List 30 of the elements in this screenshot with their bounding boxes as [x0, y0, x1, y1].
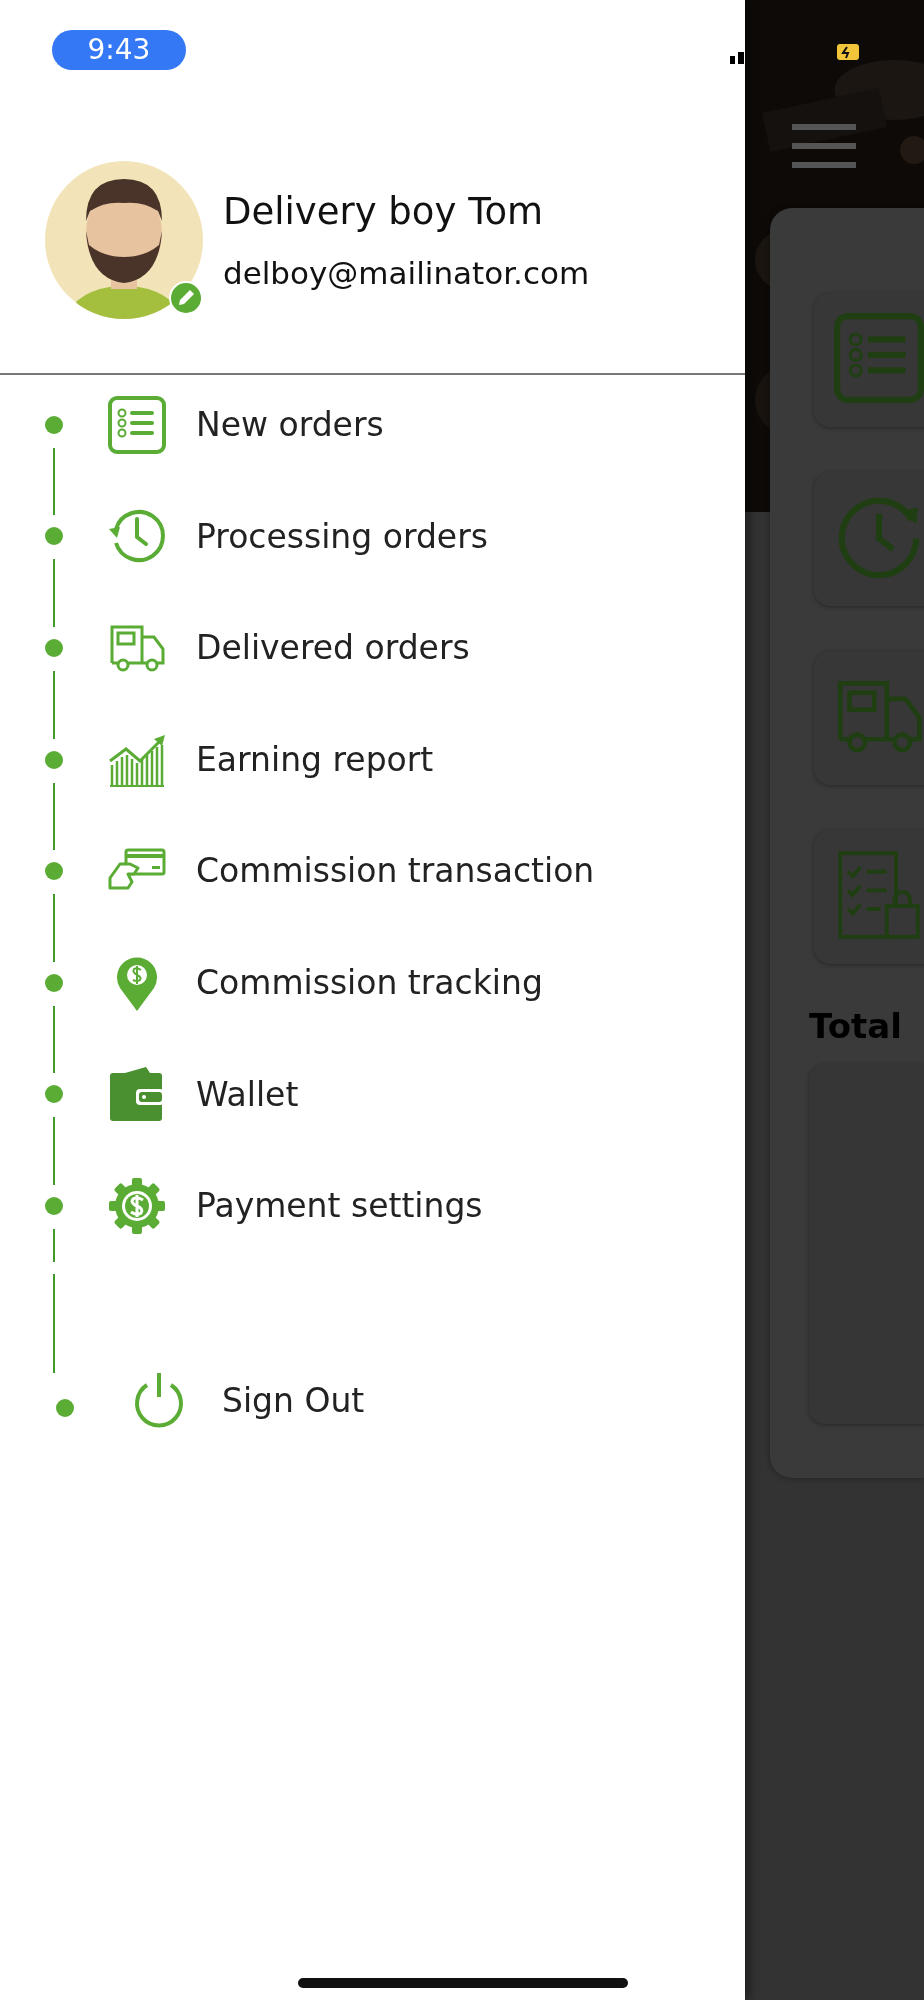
menu-item[interactable]: Commission tracking	[196, 958, 543, 1008]
list-icon	[108, 395, 166, 454]
menu-item[interactable]: Wallet	[196, 1069, 299, 1120]
timeline-dot	[45, 1196, 63, 1215]
avatar[interactable]	[45, 161, 203, 319]
sign-out-button[interactable]: Sign Out	[222, 1376, 365, 1426]
signal-icon	[730, 50, 744, 64]
timeline-dot	[45, 415, 63, 434]
menu-item[interactable]: New orders	[196, 400, 384, 450]
menu-item[interactable]: Delivered orders	[196, 623, 470, 673]
timeline-dot	[45, 639, 63, 657]
battery-icon	[837, 44, 859, 60]
menu-item[interactable]: Payment settings	[196, 1181, 483, 1231]
timeline-dot	[45, 973, 63, 992]
status-time: 9:43	[52, 30, 186, 70]
menu-item[interactable]: Commission transaction	[196, 846, 595, 896]
menu-item[interactable]: Processing orders	[196, 511, 488, 562]
user-name: Delivery boy Tom	[223, 189, 545, 235]
timeline-dot	[56, 1398, 74, 1417]
dollar-gear-icon	[108, 1176, 166, 1235]
timeline-dot	[45, 527, 63, 546]
timeline-dot	[45, 1085, 63, 1104]
menu-item[interactable]: Earning report	[196, 734, 434, 785]
list-icon	[834, 313, 924, 403]
timeline-dot	[45, 862, 63, 881]
menu-icon[interactable]	[792, 122, 856, 170]
timeline-dot	[45, 750, 63, 769]
user-email: delboy@mailinator.com	[223, 253, 590, 293]
section-title: Total	[809, 1005, 903, 1048]
edit-icon[interactable]	[169, 281, 203, 315]
